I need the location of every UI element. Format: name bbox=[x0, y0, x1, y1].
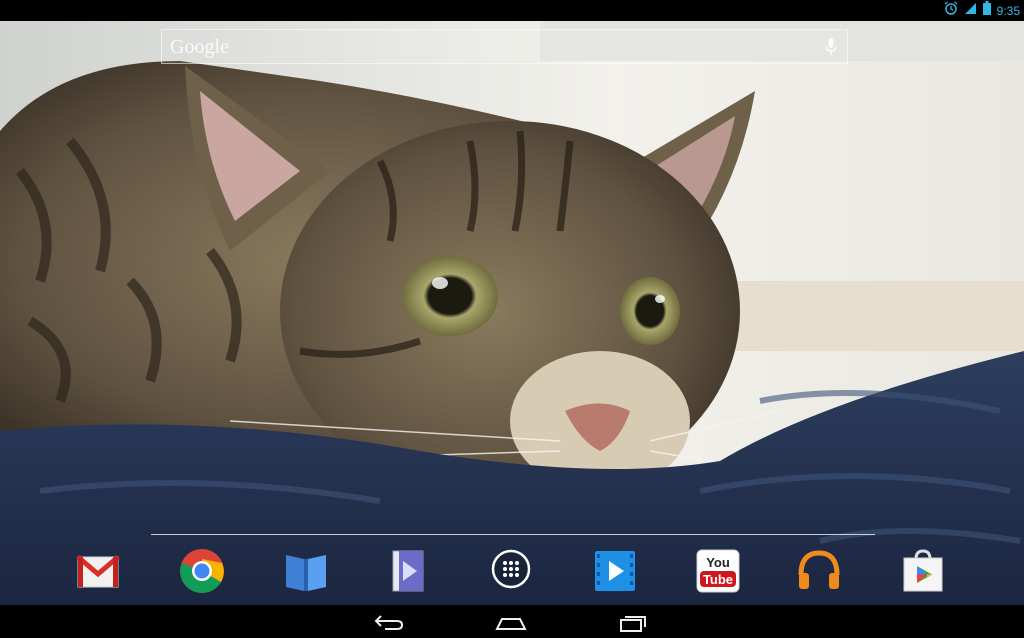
chrome-icon[interactable] bbox=[178, 547, 226, 595]
home-icon[interactable] bbox=[491, 611, 531, 633]
play-books-icon[interactable] bbox=[282, 547, 330, 595]
youtube-label-bottom: Tube bbox=[703, 572, 733, 587]
all-apps-icon[interactable] bbox=[487, 547, 535, 595]
recents-icon[interactable] bbox=[613, 611, 653, 633]
wallpaper bbox=[0, 21, 1024, 605]
google-search-bar[interactable]: Google bbox=[161, 29, 848, 64]
cat-wallpaper-image bbox=[0, 21, 1024, 605]
navigation-bar bbox=[0, 605, 1024, 638]
dock-divider bbox=[151, 534, 875, 535]
gmail-icon[interactable] bbox=[74, 547, 122, 595]
mic-icon[interactable] bbox=[825, 38, 837, 61]
status-bar: 9:35 bbox=[0, 0, 1024, 21]
clock: 9:35 bbox=[996, 3, 1020, 18]
headphones-icon[interactable] bbox=[795, 547, 843, 595]
play-store-icon[interactable] bbox=[899, 547, 947, 595]
play-magazines-icon[interactable] bbox=[385, 547, 433, 595]
signal-icon bbox=[964, 2, 977, 20]
play-movies-icon[interactable] bbox=[591, 547, 639, 595]
status-indicators: 9:35 bbox=[944, 0, 1020, 21]
youtube-label-top: You bbox=[706, 555, 730, 570]
youtube-icon[interactable]: You Tube bbox=[694, 547, 742, 595]
battery-icon bbox=[982, 1, 991, 20]
alarm-icon bbox=[944, 1, 958, 20]
back-icon[interactable] bbox=[369, 611, 409, 633]
google-logo: Google bbox=[170, 36, 229, 58]
